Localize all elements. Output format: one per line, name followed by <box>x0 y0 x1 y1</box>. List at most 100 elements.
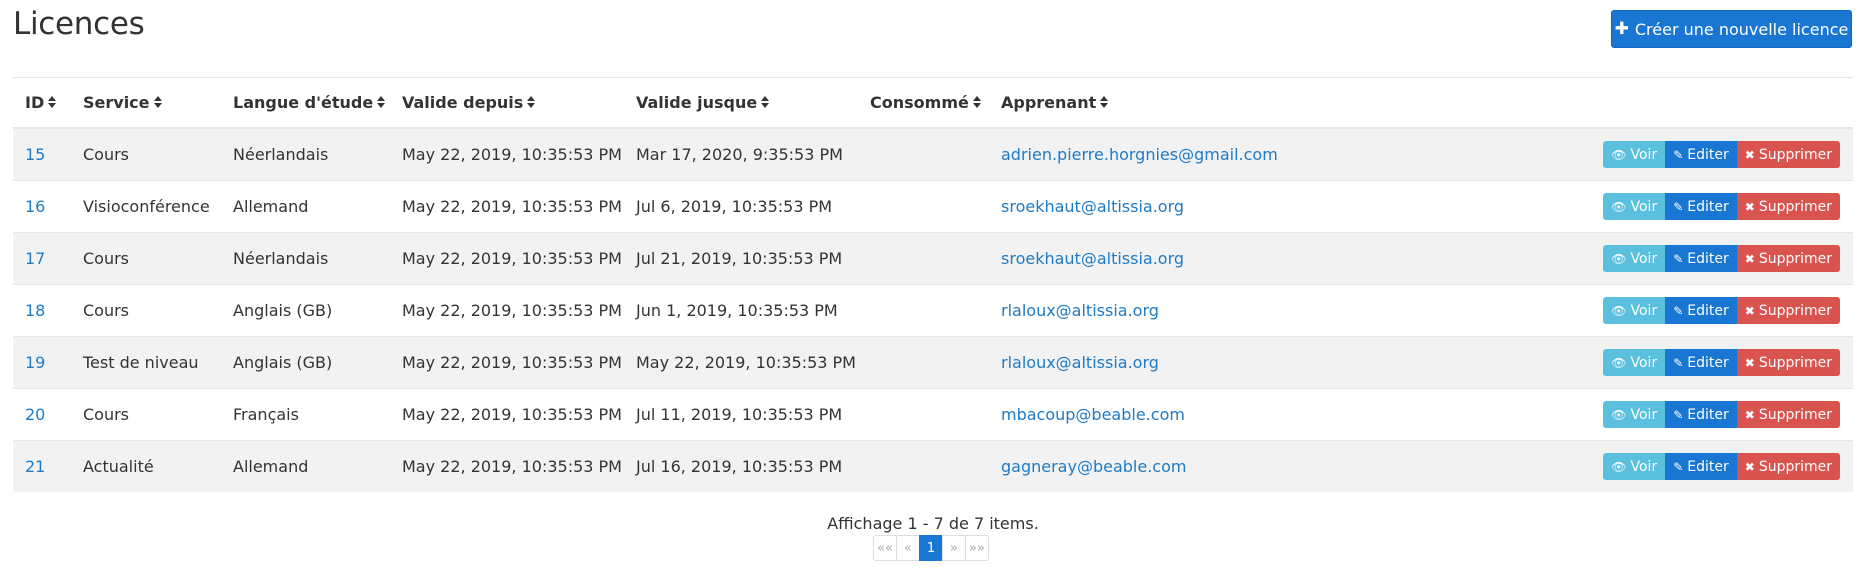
licences-table: ID Service Langue d'étude Valide depuis … <box>13 77 1853 492</box>
edit-button[interactable]: ✎ Editer <box>1665 141 1737 168</box>
pager-first-button[interactable]: «« <box>873 535 897 561</box>
view-button[interactable]: 👁 Voir <box>1603 141 1666 168</box>
delete-button[interactable]: ✖ Supprimer <box>1736 453 1840 480</box>
cell-langue: Anglais (GB) <box>221 336 390 389</box>
delete-button[interactable]: ✖ Supprimer <box>1736 193 1840 220</box>
column-header-valide-depuis[interactable]: Valide depuis <box>390 77 624 129</box>
table-row: 20 Cours Français May 22, 2019, 10:35:53 PM… <box>13 388 1853 441</box>
column-header-apprenant[interactable]: Apprenant <box>989 77 1389 129</box>
cell-id: 16 <box>13 180 71 233</box>
cell-valide-depuis: May 22, 2019, 10:35:53 PM <box>390 232 624 285</box>
cell-valide-jusque: Jul 21, 2019, 10:35:53 PM <box>624 232 858 285</box>
close-icon: ✖ <box>1744 303 1755 318</box>
pager-next-button[interactable]: » <box>942 535 966 561</box>
licence-id-link[interactable]: 15 <box>25 145 45 164</box>
sort-icon <box>153 95 162 109</box>
licence-id-link[interactable]: 17 <box>25 249 45 268</box>
edit-button[interactable]: ✎ Editer <box>1665 349 1737 376</box>
cell-apprenant: sroekhaut@altissia.org <box>989 232 1389 285</box>
delete-button[interactable]: ✖ Supprimer <box>1736 297 1840 324</box>
view-button[interactable]: 👁 Voir <box>1603 453 1666 480</box>
cell-consomme <box>858 284 989 337</box>
view-button[interactable]: 👁 Voir <box>1603 401 1666 428</box>
licence-id-link[interactable]: 18 <box>25 301 45 320</box>
licence-id-link[interactable]: 19 <box>25 353 45 372</box>
cell-apprenant: rlaloux@altissia.org <box>989 284 1389 337</box>
apprenant-email-link[interactable]: sroekhaut@altissia.org <box>1001 249 1184 268</box>
pagination: «« « 1 » »» <box>873 535 989 561</box>
view-button[interactable]: 👁 Voir <box>1603 245 1666 272</box>
cell-service: Cours <box>71 232 221 285</box>
cell-valide-jusque: Jul 6, 2019, 10:35:53 PM <box>624 180 858 233</box>
close-icon: ✖ <box>1744 251 1755 266</box>
column-header-langue[interactable]: Langue d'étude <box>221 77 390 129</box>
table-row: 21 Actualité Allemand May 22, 2019, 10:35:5… <box>13 440 1853 492</box>
cell-actions: 👁 Voir ✎ Editer ✖ Supprimer <box>1389 336 1853 389</box>
eye-icon: 👁 <box>1611 199 1627 214</box>
pencil-icon: ✎ <box>1673 303 1684 318</box>
cell-service: Cours <box>71 127 221 181</box>
plus-icon: ✚ <box>1614 19 1629 39</box>
pencil-icon: ✎ <box>1673 459 1684 474</box>
licence-id-link[interactable]: 16 <box>25 197 45 216</box>
view-button[interactable]: 👁 Voir <box>1603 349 1666 376</box>
cell-langue: Allemand <box>221 180 390 233</box>
delete-button[interactable]: ✖ Supprimer <box>1736 401 1840 428</box>
table-row: 15 Cours Néerlandais May 22, 2019, 10:35:53… <box>13 127 1853 181</box>
cell-service: Visioconférence <box>71 180 221 233</box>
delete-button[interactable]: ✖ Supprimer <box>1736 245 1840 272</box>
apprenant-email-link[interactable]: adrien.pierre.horgnies@gmail.com <box>1001 145 1278 164</box>
sort-icon <box>761 95 770 109</box>
pagination-summary: Affichage 1 - 7 de 7 items. <box>827 514 1039 533</box>
cell-valide-depuis: May 22, 2019, 10:35:53 PM <box>390 336 624 389</box>
sort-icon <box>1100 95 1109 109</box>
pager-prev-button[interactable]: « <box>896 535 920 561</box>
cell-id: 15 <box>13 127 71 181</box>
licence-id-link[interactable]: 20 <box>25 405 45 424</box>
cell-langue: Néerlandais <box>221 232 390 285</box>
sort-icon <box>48 95 57 109</box>
edit-button[interactable]: ✎ Editer <box>1665 401 1737 428</box>
eye-icon: 👁 <box>1611 355 1627 370</box>
licences-page: Licences ✚ Créer une nouvelle licence ID… <box>0 0 1866 569</box>
apprenant-email-link[interactable]: rlaloux@altissia.org <box>1001 353 1159 372</box>
edit-button[interactable]: ✎ Editer <box>1665 245 1737 272</box>
column-header-service[interactable]: Service <box>71 77 221 129</box>
table-row: 16 Visioconférence Allemand May 22, 2019, 1… <box>13 180 1853 233</box>
cell-actions: 👁 Voir ✎ Editer ✖ Supprimer <box>1389 232 1853 285</box>
edit-button[interactable]: ✎ Editer <box>1665 297 1737 324</box>
pager-page-1[interactable]: 1 <box>919 535 943 561</box>
cell-valide-depuis: May 22, 2019, 10:35:53 PM <box>390 440 624 492</box>
create-licence-label: Créer une nouvelle licence <box>1634 19 1849 39</box>
edit-button[interactable]: ✎ Editer <box>1665 193 1737 220</box>
edit-button[interactable]: ✎ Editer <box>1665 453 1737 480</box>
delete-button[interactable]: ✖ Supprimer <box>1736 141 1840 168</box>
cell-apprenant: adrien.pierre.horgnies@gmail.com <box>989 127 1389 181</box>
view-button[interactable]: 👁 Voir <box>1603 297 1666 324</box>
eye-icon: 👁 <box>1611 147 1627 162</box>
cell-valide-jusque: Mar 17, 2020, 9:35:53 PM <box>624 127 858 181</box>
row-actions: 👁 Voir ✎ Editer ✖ Supprimer <box>1603 141 1840 168</box>
sort-icon <box>377 95 386 109</box>
cell-langue: Allemand <box>221 440 390 492</box>
column-header-id[interactable]: ID <box>13 77 71 129</box>
cell-valide-jusque: Jun 1, 2019, 10:35:53 PM <box>624 284 858 337</box>
cell-valide-depuis: May 22, 2019, 10:35:53 PM <box>390 180 624 233</box>
apprenant-email-link[interactable]: sroekhaut@altissia.org <box>1001 197 1184 216</box>
delete-button[interactable]: ✖ Supprimer <box>1736 349 1840 376</box>
cell-id: 17 <box>13 232 71 285</box>
pencil-icon: ✎ <box>1673 407 1684 422</box>
view-button[interactable]: 👁 Voir <box>1603 193 1666 220</box>
row-actions: 👁 Voir ✎ Editer ✖ Supprimer <box>1603 453 1840 480</box>
create-licence-button[interactable]: ✚ Créer une nouvelle licence <box>1611 10 1852 48</box>
apprenant-email-link[interactable]: gagneray@beable.com <box>1001 457 1186 476</box>
cell-actions: 👁 Voir ✎ Editer ✖ Supprimer <box>1389 127 1853 181</box>
licence-id-link[interactable]: 21 <box>25 457 45 476</box>
pager-last-button[interactable]: »» <box>965 535 989 561</box>
apprenant-email-link[interactable]: mbacoup@beable.com <box>1001 405 1185 424</box>
cell-langue: Anglais (GB) <box>221 284 390 337</box>
apprenant-email-link[interactable]: rlaloux@altissia.org <box>1001 301 1159 320</box>
column-header-consomme[interactable]: Consommé <box>858 77 989 129</box>
eye-icon: 👁 <box>1611 303 1627 318</box>
column-header-valide-jusque[interactable]: Valide jusque <box>624 77 858 129</box>
